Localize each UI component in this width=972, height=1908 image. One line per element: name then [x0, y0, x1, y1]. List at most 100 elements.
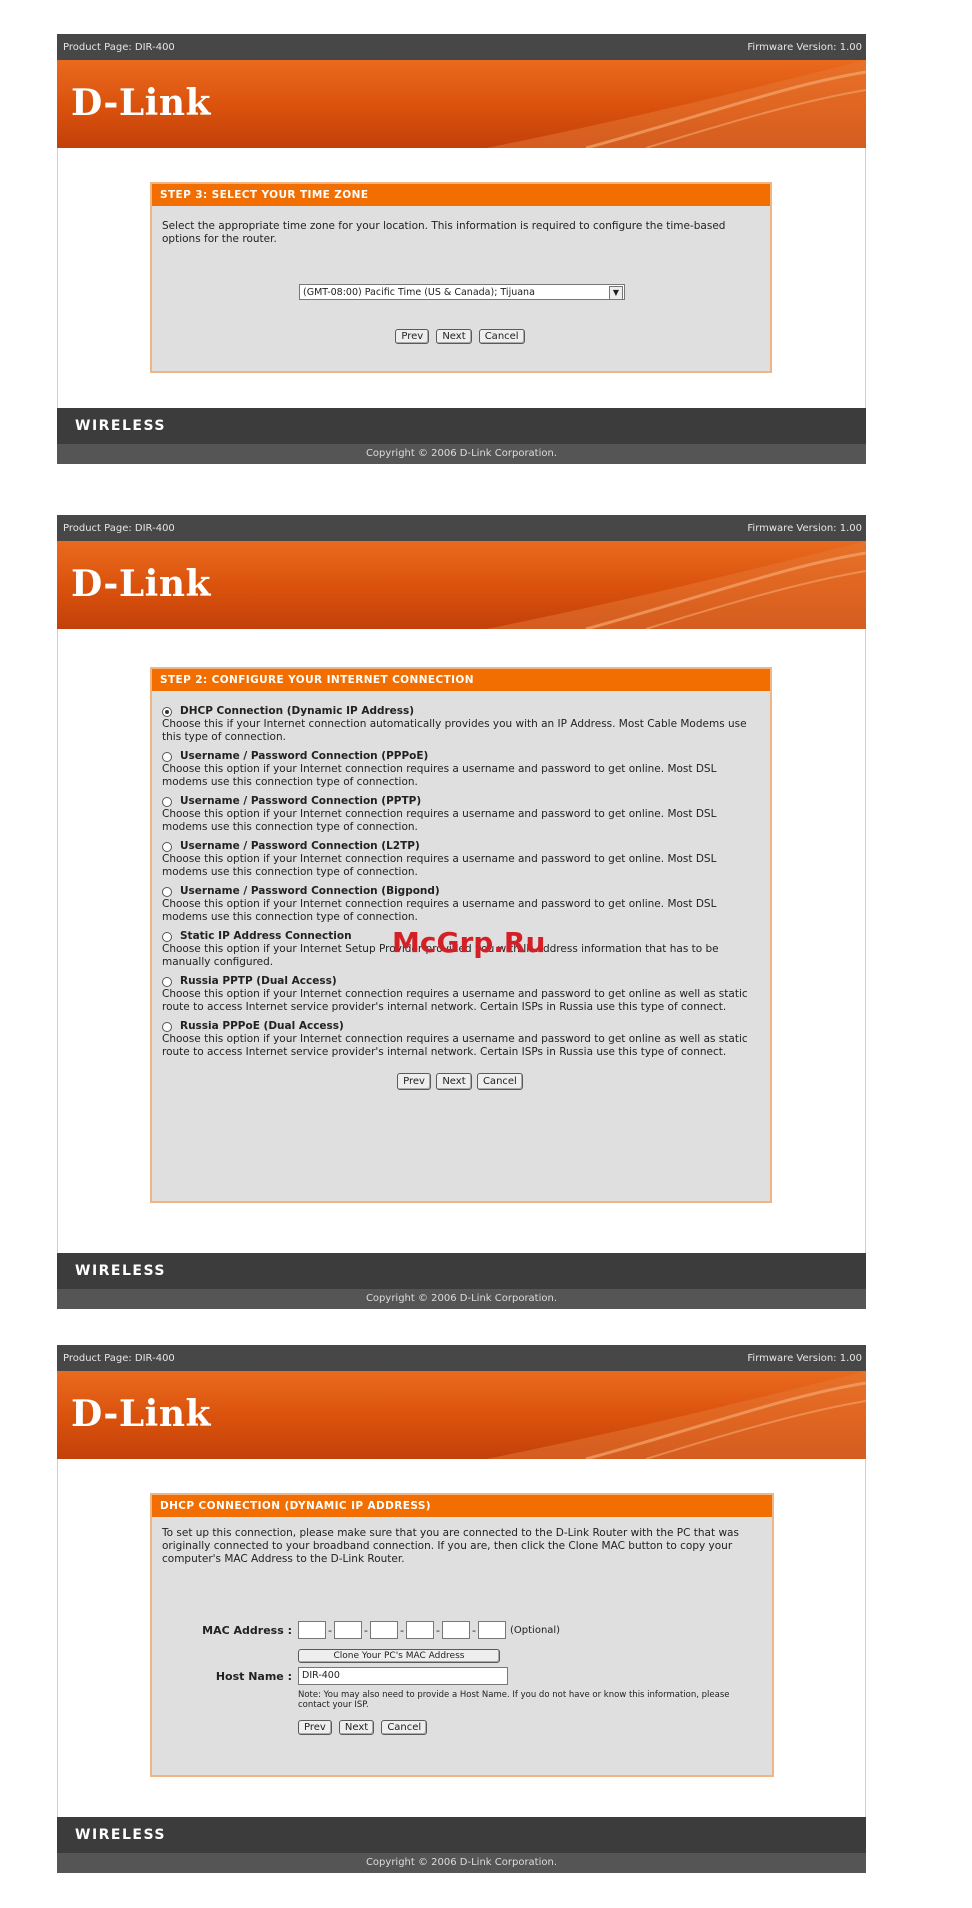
- wireless-bar: WIRELESS: [57, 408, 866, 444]
- option-l2tp[interactable]: Username / Password Connection (L2TP) Ch…: [162, 840, 760, 879]
- dlink-logo: D-Link: [71, 1393, 211, 1435]
- content-area: DHCP CONNECTION (DYNAMIC IP ADDRESS) To …: [57, 1459, 866, 1817]
- dhcp-panel: DHCP CONNECTION (DYNAMIC IP ADDRESS) To …: [150, 1493, 774, 1777]
- option-desc: Choose this option if your Internet conn…: [162, 1033, 748, 1058]
- panel-body: Select the appropriate time zone for you…: [152, 206, 770, 246]
- option-title: Russia PPPoE (Dual Access): [180, 1020, 344, 1032]
- mac-octet-4[interactable]: [406, 1621, 434, 1639]
- option-desc: Choose this if your Internet connection …: [162, 718, 747, 743]
- time-zone-value: (GMT-08:00) Pacific Time (US & Canada); …: [303, 287, 535, 298]
- option-title: Russia PPTP (Dual Access): [180, 975, 337, 987]
- button-row: Prev Next Cancel: [298, 1715, 772, 1735]
- next-button[interactable]: Next: [338, 1720, 375, 1735]
- top-bar: Product Page: DIR-400 Firmware Version: …: [57, 1345, 866, 1371]
- option-title: Username / Password Connection (PPTP): [180, 795, 422, 807]
- brand-banner: D-Link: [57, 541, 866, 629]
- copyright-bar: Copyright © 2006 D-Link Corporation.: [57, 1289, 866, 1309]
- copyright-bar: Copyright © 2006 D-Link Corporation.: [57, 444, 866, 464]
- radio-pptp[interactable]: [162, 796, 172, 807]
- host-name-row: Host Name : DIR-400: [152, 1667, 772, 1685]
- time-zone-panel: STEP 3: SELECT YOUR TIME ZONE Select the…: [150, 182, 772, 373]
- option-bigpond[interactable]: Username / Password Connection (Bigpond)…: [162, 885, 760, 924]
- cancel-button[interactable]: Cancel: [478, 329, 525, 344]
- option-title: Username / Password Connection (PPPoE): [180, 750, 429, 762]
- screen-dhcp-connection: Product Page: DIR-400 Firmware Version: …: [57, 1345, 866, 1873]
- next-button[interactable]: Next: [436, 329, 472, 344]
- dlink-logo: D-Link: [71, 82, 211, 124]
- prev-button[interactable]: Prev: [298, 1720, 332, 1735]
- radio-russia-pptp[interactable]: [162, 976, 172, 987]
- prev-button[interactable]: Prev: [397, 1073, 431, 1090]
- mac-octet-5[interactable]: [442, 1621, 470, 1639]
- firmware-version-label: Firmware Version: 1.00: [747, 522, 862, 534]
- option-pppoe[interactable]: Username / Password Connection (PPPoE) C…: [162, 750, 760, 789]
- banner-swoosh: [486, 60, 866, 148]
- mac-address-label: MAC Address :: [202, 1623, 292, 1637]
- time-zone-select[interactable]: (GMT-08:00) Pacific Time (US & Canada); …: [299, 284, 625, 300]
- mac-address-row: MAC Address : - - - - - (Optional): [152, 1621, 772, 1639]
- screen-time-zone: Product Page: DIR-400 Firmware Version: …: [57, 34, 866, 464]
- banner-swoosh: [486, 541, 866, 629]
- wireless-bar: WIRELESS: [57, 1817, 866, 1853]
- mac-octet-6[interactable]: [478, 1621, 506, 1639]
- panel-heading: STEP 2: CONFIGURE YOUR INTERNET CONNECTI…: [152, 669, 770, 691]
- option-desc: Choose this option if your Internet conn…: [162, 988, 748, 1013]
- product-page-label: Product Page: DIR-400: [63, 522, 175, 534]
- option-title: Username / Password Connection (L2TP): [180, 840, 420, 852]
- radio-l2tp[interactable]: [162, 841, 172, 852]
- top-bar: Product Page: DIR-400 Firmware Version: …: [57, 515, 866, 541]
- host-name-input[interactable]: DIR-400: [298, 1667, 508, 1685]
- copyright-bar: Copyright © 2006 D-Link Corporation.: [57, 1853, 866, 1873]
- option-russia-pppoe[interactable]: Russia PPPoE (Dual Access) Choose this o…: [162, 1020, 760, 1059]
- dropdown-arrow-icon[interactable]: ▼: [609, 286, 623, 300]
- mac-octet-2[interactable]: [334, 1621, 362, 1639]
- content-area: STEP 3: SELECT YOUR TIME ZONE Select the…: [57, 148, 866, 408]
- option-desc: Choose this option if your Internet conn…: [162, 853, 717, 878]
- option-pptp[interactable]: Username / Password Connection (PPTP) Ch…: [162, 795, 760, 834]
- option-russia-pptp[interactable]: Russia PPTP (Dual Access) Choose this op…: [162, 975, 760, 1014]
- screen-internet-connection: Product Page: DIR-400 Firmware Version: …: [57, 515, 866, 1309]
- option-desc: Choose this option if your Internet conn…: [162, 898, 717, 923]
- panel-description: To set up this connection, please make s…: [162, 1527, 739, 1565]
- watermark-text: McGrp.Ru: [392, 926, 546, 959]
- panel-heading: STEP 3: SELECT YOUR TIME ZONE: [152, 184, 770, 206]
- product-page-label: Product Page: DIR-400: [63, 41, 175, 53]
- panel-body: DHCP Connection (Dynamic IP Address) Cho…: [152, 691, 770, 1090]
- next-button[interactable]: Next: [436, 1073, 472, 1090]
- product-page-label: Product Page: DIR-400: [63, 1352, 175, 1364]
- mac-octet-1[interactable]: [298, 1621, 326, 1639]
- cancel-button[interactable]: Cancel: [381, 1720, 428, 1735]
- optional-label: (Optional): [510, 1624, 561, 1636]
- option-dhcp[interactable]: DHCP Connection (Dynamic IP Address) Cho…: [162, 705, 760, 744]
- firmware-version-label: Firmware Version: 1.00: [747, 41, 862, 53]
- option-desc: Choose this option if your Internet conn…: [162, 763, 717, 788]
- wireless-bar: WIRELESS: [57, 1253, 866, 1289]
- panel-heading: DHCP CONNECTION (DYNAMIC IP ADDRESS): [152, 1495, 772, 1517]
- option-title: DHCP Connection (Dynamic IP Address): [180, 705, 415, 717]
- radio-static-ip[interactable]: [162, 931, 172, 942]
- panel-body: To set up this connection, please make s…: [152, 1517, 772, 1566]
- option-title: Static IP Address Connection: [180, 930, 352, 942]
- form-area: MAC Address : - - - - - (Optional) Clone…: [152, 1621, 772, 1735]
- banner-swoosh: [486, 1371, 866, 1459]
- top-bar: Product Page: DIR-400 Firmware Version: …: [57, 34, 866, 60]
- radio-dhcp[interactable]: [162, 706, 172, 717]
- radio-russia-pppoe[interactable]: [162, 1021, 172, 1032]
- option-title: Username / Password Connection (Bigpond): [180, 885, 440, 897]
- radio-bigpond[interactable]: [162, 886, 172, 897]
- brand-banner: D-Link: [57, 60, 866, 148]
- radio-pppoe[interactable]: [162, 751, 172, 762]
- dlink-logo: D-Link: [71, 563, 211, 605]
- button-row: Prev Next Cancel: [152, 324, 770, 344]
- option-desc: Choose this option if your Internet conn…: [162, 808, 717, 833]
- brand-banner: D-Link: [57, 1371, 866, 1459]
- clone-mac-button[interactable]: Clone Your PC's MAC Address: [298, 1649, 500, 1663]
- prev-button[interactable]: Prev: [395, 329, 430, 344]
- mac-octet-3[interactable]: [370, 1621, 398, 1639]
- cancel-button[interactable]: Cancel: [476, 1073, 523, 1090]
- button-row: Prev Next Cancel: [162, 1073, 760, 1090]
- panel-description: Select the appropriate time zone for you…: [162, 220, 726, 245]
- host-name-note: Note: You may also need to provide a Hos…: [298, 1690, 730, 1710]
- host-name-label: Host Name :: [215, 1669, 292, 1683]
- firmware-version-label: Firmware Version: 1.00: [747, 1352, 862, 1364]
